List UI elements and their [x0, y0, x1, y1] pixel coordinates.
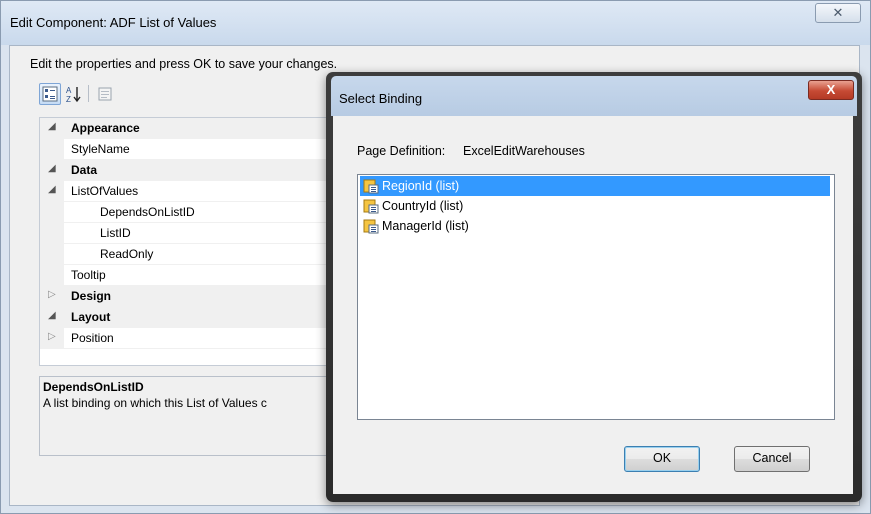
- close-icon: X: [826, 82, 836, 97]
- categorized-button[interactable]: [39, 83, 61, 105]
- list-binding-icon: [363, 179, 379, 194]
- grid-row-label: Layout: [71, 310, 111, 324]
- ok-button[interactable]: OK: [624, 446, 700, 472]
- grid-row-readonly[interactable]: ReadOnly: [40, 244, 340, 265]
- grid-row-label: Position: [71, 331, 114, 345]
- select-binding-dialog: Select Binding X Page Definition: ExcelE…: [326, 72, 862, 502]
- alphabetical-button[interactable]: A Z: [63, 83, 85, 105]
- grid-row-label: DependsOnListID: [100, 205, 195, 219]
- list-item[interactable]: CountryId (list): [360, 196, 830, 216]
- grid-row-label: Appearance: [71, 121, 140, 135]
- grid-row-position[interactable]: ▷ Position: [40, 328, 340, 349]
- property-grid[interactable]: ◢ Appearance StyleName ◢ Data ◢ ListOfVa…: [39, 117, 341, 366]
- collapse-arrow-icon[interactable]: ◢: [48, 121, 56, 132]
- dialog-title: Select Binding: [339, 91, 423, 106]
- svg-text:Z: Z: [66, 95, 71, 103]
- expand-arrow-icon[interactable]: ▷: [48, 289, 56, 300]
- sort-alphabetical-icon: A Z: [66, 86, 81, 103]
- expand-arrow-icon[interactable]: ▷: [48, 331, 56, 342]
- grid-category-layout[interactable]: ◢ Layout: [40, 307, 340, 328]
- collapse-arrow-icon[interactable]: ◢: [48, 310, 56, 321]
- binding-label: CountryId (list): [382, 199, 464, 213]
- dialog-title-bar[interactable]: Select Binding X: [331, 76, 857, 116]
- property-description-panel: DependsOnListID A list binding on which …: [39, 376, 341, 456]
- binding-label: RegionId (list): [382, 179, 460, 193]
- cancel-button[interactable]: Cancel: [734, 446, 810, 472]
- window-close-button[interactable]: ✕: [815, 3, 861, 23]
- dialog-close-button[interactable]: X: [808, 80, 854, 100]
- grid-row-label: StyleName: [71, 142, 130, 156]
- grid-row-dependsonlistid[interactable]: DependsOnListID: [40, 202, 340, 223]
- grid-row-label: Design: [71, 289, 112, 303]
- grid-row-listofvalues[interactable]: ◢ ListOfValues: [40, 181, 340, 202]
- list-binding-icon: [363, 199, 379, 214]
- grid-row-stylename[interactable]: StyleName: [40, 139, 340, 160]
- grid-row-label: ReadOnly: [100, 247, 154, 261]
- grid-row-label: Data: [71, 163, 98, 177]
- list-item[interactable]: ManagerId (list): [360, 216, 830, 236]
- grid-category-appearance[interactable]: ◢ Appearance: [40, 118, 340, 139]
- page-definition-label: Page Definition:: [357, 144, 446, 158]
- list-binding-icon: [363, 219, 379, 234]
- grid-row-label: ListOfValues: [71, 184, 139, 198]
- toolbar-separator: [88, 85, 89, 102]
- collapse-arrow-icon[interactable]: ◢: [48, 163, 56, 174]
- close-icon: ✕: [832, 5, 844, 20]
- instructions-text: Edit the properties and press OK to save…: [30, 57, 338, 71]
- grid-row-label: ListID: [100, 226, 131, 240]
- grid-row-listid[interactable]: ListID: [40, 223, 340, 244]
- dialog-client-area: Page Definition: ExcelEditWarehouses Reg…: [333, 116, 853, 494]
- grid-category-data[interactable]: ◢ Data: [40, 160, 340, 181]
- description-title: DependsOnListID: [43, 380, 144, 394]
- window-title-bar[interactable]: Edit Component: ADF List of Values ✕: [1, 1, 870, 45]
- list-item[interactable]: RegionId (list): [360, 176, 830, 196]
- property-pages-button[interactable]: [94, 83, 116, 105]
- property-pages-icon: [98, 87, 112, 101]
- categorized-view-icon: [42, 86, 58, 102]
- page-definition-value: ExcelEditWarehouses: [463, 144, 585, 158]
- binding-label: ManagerId (list): [382, 219, 469, 233]
- description-text: A list binding on which this List of Val…: [43, 396, 267, 410]
- grid-row-tooltip[interactable]: Tooltip: [40, 265, 340, 286]
- grid-row-label: Tooltip: [71, 268, 106, 282]
- window-title: Edit Component: ADF List of Values: [10, 15, 217, 30]
- binding-list[interactable]: RegionId (list) CountryId (list) Manager…: [357, 174, 835, 420]
- svg-text:A: A: [66, 86, 72, 95]
- collapse-arrow-icon[interactable]: ◢: [48, 184, 56, 195]
- grid-category-design[interactable]: ▷ Design: [40, 286, 340, 307]
